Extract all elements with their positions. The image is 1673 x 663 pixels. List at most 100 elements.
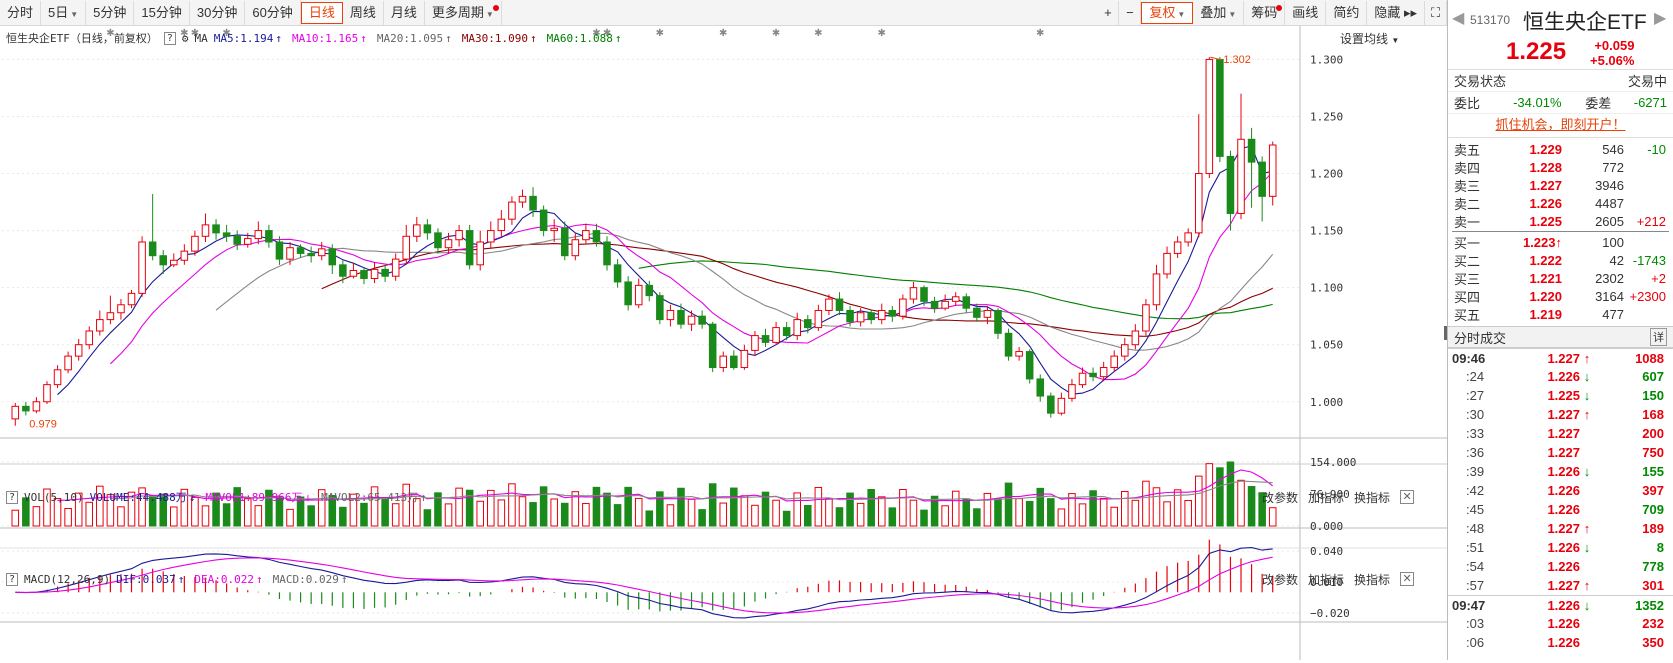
volume-bar (391, 503, 400, 527)
volume-bar (804, 504, 812, 527)
volume-bar (909, 499, 918, 527)
trend-arrow-icon: ↑ (340, 572, 348, 586)
bids-row: 买五 1.219 477 (1448, 305, 1673, 323)
tick-row: :39 1.226 ↓ 155 (1448, 462, 1673, 481)
panel-help-icon[interactable]: ? (6, 572, 19, 586)
candle-body (212, 224, 220, 234)
tick-price: 1.227 (1547, 350, 1580, 366)
toolbar-right-0[interactable]: + (1097, 1, 1120, 25)
toolbar-right-1[interactable]: − (1119, 1, 1142, 25)
volume-bar (455, 487, 463, 527)
kline-chart[interactable]: 1.3001.2501.2001.1501.1001.0501.000✱ ✱ ✱ ✱ ✱… (0, 26, 1447, 660)
tick-row: :33 1.227 200 (1448, 424, 1673, 443)
period-tab-5[interactable]: 60分钟 (245, 0, 301, 25)
volume-bar (1163, 501, 1171, 527)
toolbar-right-4[interactable]: 筹码 (1244, 1, 1286, 25)
down-arrow-icon: ↓ (1583, 597, 1591, 613)
panel-action-0[interactable]: 改参数 (1262, 571, 1298, 588)
close-icon[interactable]: ✕ (1400, 490, 1415, 504)
candle-body (941, 300, 949, 309)
panel-help-icon[interactable]: ? (6, 490, 19, 504)
ticks-detail-button[interactable]: 详 (1650, 328, 1667, 346)
panel-action-0[interactable]: 改参数 (1262, 489, 1298, 506)
toolbar-right-8[interactable]: ⛶ (1425, 1, 1447, 25)
macd_title-item-1: DEA:0.022 ↑ (194, 573, 266, 586)
candle-body (222, 232, 231, 237)
volume-bar (1131, 499, 1140, 527)
book-price-value: 1.225 (1529, 213, 1562, 229)
panel-action-1[interactable]: 加指标 (1308, 489, 1344, 506)
candle-body (1247, 138, 1256, 163)
candle-body (1226, 155, 1235, 214)
tick-volume: 189 (1642, 521, 1664, 536)
period-tab-2[interactable]: 5分钟 (86, 0, 135, 25)
volume-bar (698, 509, 706, 527)
ticks-title: 分时成交 (1454, 330, 1507, 346)
volume-bar (1205, 463, 1214, 527)
tick-time: 09:46 (1452, 350, 1486, 366)
candle-body (1121, 344, 1129, 357)
period-tab-7[interactable]: 周线 (343, 0, 384, 25)
book-price-value: 1.228 (1529, 159, 1562, 175)
help-icon[interactable]: ? (163, 31, 176, 45)
tick-row: :57 1.227 ↑ 301 (1448, 576, 1673, 595)
vol_title-item-1: MAVOL1:89.966万 ↓ (205, 489, 315, 505)
panel-action-2[interactable]: 换指标 (1354, 571, 1390, 588)
ask-book: 卖五 1.229 546 -10 卖四 1.228 772 卖三 1.227 3946 卖二 1.22… (1448, 138, 1673, 230)
period-tab-6[interactable]: 日线 (300, 1, 343, 24)
book-volume: 100 (1602, 234, 1624, 250)
candle-body (74, 344, 83, 357)
down-arrow-icon: ↓ (1583, 464, 1591, 479)
period-tab-8[interactable]: 月线 (384, 0, 425, 25)
period-tab-9[interactable]: 更多周期 ▼ (425, 0, 502, 25)
candle-body (508, 201, 516, 220)
volume-bar (1226, 461, 1235, 527)
period-tab-4[interactable]: 30分钟 (190, 0, 246, 25)
prev-security-icon[interactable]: ◀ (1452, 8, 1464, 28)
toolbar-right-2[interactable]: 复权 ▼ (1141, 2, 1194, 24)
toolbar-right-5[interactable]: 画线 (1285, 1, 1327, 25)
chart-area[interactable]: 1.300 1.250 1.200 1.150 1.100 1.050 1.000 ✱ ✱ ✱ ✱ ✱… (0, 26, 1447, 660)
period-tab-3[interactable]: 15分钟 (134, 0, 190, 25)
panel-action-2[interactable]: 换指标 (1354, 489, 1390, 506)
gear-icon[interactable]: ⚙ (182, 32, 189, 45)
period-tab-1[interactable]: 5日 ▼ (41, 0, 87, 25)
book-price-value: 1.222 (1529, 252, 1562, 268)
candle-body (53, 369, 62, 386)
promo-link[interactable]: 抓住机会，即刻开户！ (1448, 114, 1673, 138)
vol-title: ? VOL(5,10) VOLUME:44.488万 ↓ MAVOL1:89.966… (6, 488, 437, 506)
trend-arrow-icon: ↑ (445, 31, 452, 45)
candle-body (381, 268, 389, 277)
volume-bar (1184, 499, 1192, 527)
tick-row: :42 1.226 397 (1448, 481, 1673, 500)
tick-volume: 778 (1642, 559, 1664, 574)
period-tab-0[interactable]: 分时 (0, 0, 42, 25)
candle-body (339, 264, 347, 277)
macd-tick-label: −0.020 (1310, 607, 1350, 620)
toolbar-right-7[interactable]: 隐藏 ▸▸ (1367, 1, 1425, 25)
candle-body (455, 230, 463, 241)
toolbar-right-3[interactable]: 叠加 ▼ (1193, 1, 1245, 25)
tick-volume: 1088 (1635, 350, 1664, 366)
candle-body (1237, 138, 1245, 214)
toolbar-right-6[interactable]: 简约 (1326, 1, 1368, 25)
candle-body (930, 300, 939, 309)
tick-price: 1.227 (1547, 578, 1580, 593)
panel-action-1[interactable]: 加指标 (1308, 571, 1344, 588)
ma-settings-button[interactable]: 设置均线 ▼ (1340, 30, 1399, 47)
volume-bar (645, 510, 654, 527)
volume-bar (497, 499, 506, 527)
close-icon[interactable]: ✕ (1400, 572, 1415, 586)
next-security-icon[interactable]: ▶ (1654, 8, 1666, 28)
volume-bar (624, 486, 632, 527)
price-tick-label: 1.000 (1310, 396, 1343, 409)
book-change: +2 (1651, 270, 1666, 286)
candle-body (1184, 232, 1192, 243)
book-label: 买五 (1454, 307, 1481, 323)
volume-bar (360, 502, 368, 527)
asks-row: 卖五 1.229 546 -10 (1448, 140, 1673, 158)
trend-arrow-icon: ↑ (255, 572, 263, 586)
candle-body (191, 235, 199, 252)
info-item-4: MA60:1.088 ↑ (547, 32, 626, 45)
candle-body (159, 255, 167, 266)
